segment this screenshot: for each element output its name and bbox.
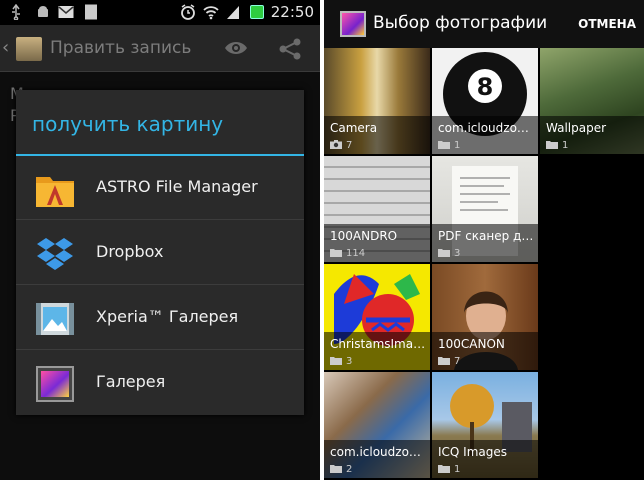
wifi-icon bbox=[203, 6, 219, 20]
album-tile[interactable]: 8 com.icloudzo… 1 bbox=[432, 48, 538, 154]
choose-app-dialog: получить картину ASTRO File Manager Drop… bbox=[16, 90, 304, 415]
album-count: 2 bbox=[346, 464, 353, 475]
album-tile[interactable]: Camera 7 bbox=[324, 48, 430, 154]
folder-icon bbox=[438, 465, 450, 473]
album-name: com.icloudzo… bbox=[438, 121, 529, 135]
album-tile[interactable]: 100CANON 7 bbox=[432, 264, 538, 370]
folder-icon bbox=[546, 141, 558, 149]
app-option-gallery[interactable]: Галерея bbox=[16, 351, 304, 415]
album-tile[interactable]: ChristamsIma… 3 bbox=[324, 264, 430, 370]
action-bar: ‹ Править запись bbox=[0, 25, 320, 72]
signal-icon bbox=[227, 6, 239, 19]
album-name: ICQ Images bbox=[438, 445, 508, 459]
astro-icon bbox=[36, 177, 74, 207]
folder-icon bbox=[438, 357, 450, 365]
clock: 22:50 bbox=[270, 3, 314, 21]
app-option-label: Dropbox bbox=[96, 242, 164, 261]
dialog-title: получить картину bbox=[32, 112, 224, 136]
album-tile[interactable]: com.icloudzo… 2 bbox=[324, 372, 430, 478]
app-option-xperia-gallery[interactable]: Xperia™ Галерея bbox=[16, 286, 304, 350]
album-name: PDF сканер д… bbox=[438, 229, 534, 243]
share-icon[interactable] bbox=[278, 37, 302, 61]
gallery-icon bbox=[36, 366, 74, 402]
alarm-icon bbox=[181, 4, 195, 20]
status-bar: 22:50 bbox=[0, 0, 320, 25]
app-icon[interactable] bbox=[16, 37, 42, 61]
album-name: Camera bbox=[330, 121, 378, 135]
folder-icon bbox=[330, 249, 342, 257]
back-chevron-icon[interactable]: ‹ bbox=[2, 37, 9, 58]
album-count: 3 bbox=[454, 248, 461, 259]
album-tile[interactable]: PDF сканер д… 3 bbox=[432, 156, 538, 262]
album-count: 1 bbox=[454, 140, 461, 151]
photo-picker-header: Выбор фотографии ОТМЕНА bbox=[324, 0, 644, 48]
album-name: 100CANON bbox=[438, 337, 505, 351]
android-debug-icon bbox=[38, 6, 48, 17]
camera-icon bbox=[330, 140, 342, 149]
gallery-icon bbox=[340, 11, 366, 37]
sd-card-icon bbox=[85, 4, 97, 20]
album-count: 114 bbox=[346, 248, 366, 259]
album-count: 1 bbox=[454, 464, 461, 475]
album-count: 1 bbox=[562, 140, 569, 151]
folder-icon bbox=[330, 465, 342, 473]
app-option-label: Xperia™ Галерея bbox=[96, 307, 239, 326]
right-phone-screen: Выбор фотографии ОТМЕНА Camera 7 8 com.i… bbox=[324, 0, 644, 480]
album-name: ChristamsIma… bbox=[330, 337, 426, 351]
album-tile[interactable]: Wallpaper 1 bbox=[540, 48, 644, 154]
album-count: 3 bbox=[346, 356, 353, 367]
album-name: com.icloudzo… bbox=[330, 445, 421, 459]
app-option-dropbox[interactable]: Dropbox bbox=[16, 221, 304, 285]
folder-icon bbox=[438, 249, 450, 257]
email-icon bbox=[58, 6, 74, 18]
left-phone-screen: 22:50 ‹ Править запись М Р получить карт… bbox=[0, 0, 320, 480]
eye-icon[interactable] bbox=[224, 39, 248, 57]
album-tile[interactable]: ICQ Images 1 bbox=[432, 372, 538, 478]
app-option-label: Галерея bbox=[96, 372, 166, 391]
xperia-gallery-icon bbox=[36, 303, 74, 335]
dropbox-icon bbox=[37, 238, 73, 270]
folder-icon bbox=[438, 141, 450, 149]
album-tile[interactable]: 100ANDRO 114 bbox=[324, 156, 430, 262]
picker-title: Выбор фотографии bbox=[373, 13, 548, 33]
album-name: 100ANDRO bbox=[330, 229, 398, 243]
battery-icon bbox=[250, 5, 264, 19]
app-option-astro[interactable]: ASTRO File Manager bbox=[16, 156, 304, 220]
usb-icon bbox=[12, 4, 20, 20]
folder-icon bbox=[330, 357, 342, 365]
cancel-button[interactable]: ОТМЕНА bbox=[578, 17, 636, 31]
album-name: Wallpaper bbox=[546, 121, 607, 135]
app-option-label: ASTRO File Manager bbox=[96, 177, 258, 196]
album-count: 7 bbox=[346, 140, 353, 151]
action-bar-title: Править запись bbox=[50, 38, 192, 58]
album-count: 7 bbox=[454, 356, 461, 367]
svg-text:8: 8 bbox=[477, 73, 494, 101]
